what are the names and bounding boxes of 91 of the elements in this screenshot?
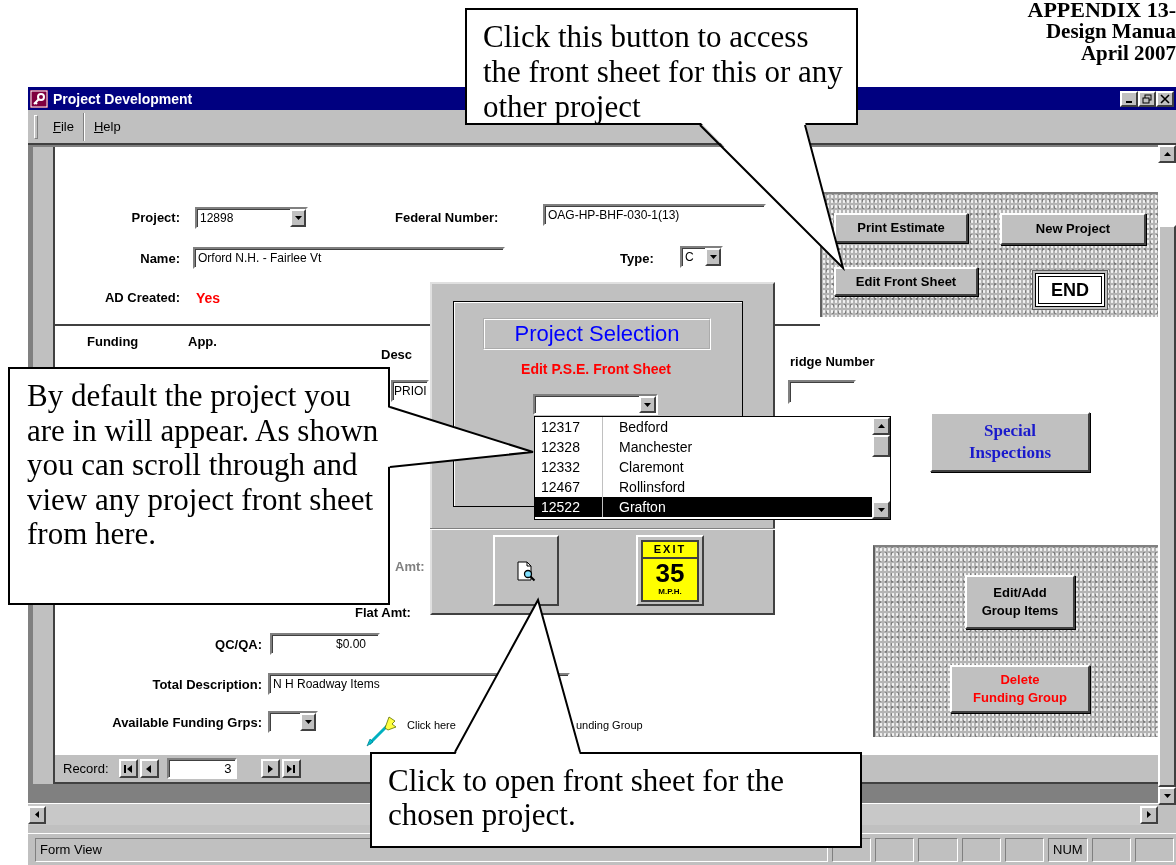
- record-number-field[interactable]: 3: [166, 758, 237, 779]
- first-record-button[interactable]: [118, 759, 138, 778]
- hint-text: unding Group: [576, 719, 643, 731]
- record-label: Record:: [63, 761, 109, 776]
- menu-item[interactable]: Help: [84, 117, 130, 136]
- callout-text: Click to open front sheet for the chosen project.: [388, 764, 785, 832]
- field-label: Total Description:: [151, 677, 262, 692]
- status-panel: [1134, 837, 1175, 862]
- print-button[interactable]: Print Estimate: [834, 213, 968, 243]
- left-arrow-icon: [35, 811, 39, 818]
- dropdown-field[interactable]: [268, 711, 318, 733]
- manual-title: Design Manua: [1045, 20, 1176, 42]
- status-panel: [875, 837, 915, 862]
- field-label: QC/QA:: [214, 637, 262, 652]
- scroll-up-button[interactable]: [872, 417, 890, 435]
- special-inspections-button[interactable]: Special Inspections: [930, 412, 1090, 472]
- scroll-up-button[interactable]: [1158, 145, 1176, 163]
- dropdown-field[interactable]: 12898: [195, 207, 308, 229]
- scroll-down-button[interactable]: [872, 501, 890, 519]
- up-arrow-icon: [1163, 152, 1171, 156]
- text-field[interactable]: $0.00: [270, 633, 380, 655]
- scroll-right-button[interactable]: [1140, 805, 1158, 824]
- field-label: Name:: [139, 251, 180, 266]
- previous-record-icon: [145, 764, 154, 773]
- last-record-button[interactable]: [281, 759, 301, 778]
- up-arrow-icon: [877, 424, 885, 428]
- menu-item[interactable]: File: [44, 117, 83, 136]
- scrollbar-thumb[interactable]: [872, 435, 890, 457]
- restore-button[interactable]: [1138, 90, 1156, 107]
- next-record-button[interactable]: [260, 759, 280, 778]
- minimize-button[interactable]: [1120, 90, 1138, 107]
- restore-icon: [1142, 93, 1152, 104]
- list-row[interactable]: 12332 Claremont: [535, 457, 872, 477]
- down-arrow-icon: [1163, 794, 1171, 798]
- text-field[interactable]: OAG-HP-BHF-030-1(13): [543, 204, 766, 226]
- dropdown-arrow-icon: [294, 216, 302, 220]
- arrow-icon: [365, 715, 397, 747]
- dialog-title: Project Selection: [483, 318, 711, 350]
- list-row[interactable]: 12522 Grafton: [535, 497, 872, 517]
- preview-button[interactable]: [493, 535, 559, 606]
- status-indicator: NUM: [1048, 837, 1088, 862]
- column-header: Desc: [381, 347, 413, 362]
- list-row[interactable]: 12328 Manchester: [535, 437, 872, 457]
- dialog-subtitle: Edit P.S.E. Front Sheet: [520, 361, 672, 377]
- field-label: Flat Amt:: [355, 605, 411, 620]
- callout-text: Click this button to access the front sheet for this or any other project: [483, 19, 844, 124]
- column-header: App.: [188, 334, 217, 349]
- status-panel: [1091, 837, 1131, 862]
- exit-button[interactable]: EXIT 35 M.P.H.: [636, 535, 704, 606]
- column-header: ridge Number: [790, 354, 875, 369]
- end-button[interactable]: END: [1035, 273, 1105, 307]
- column-header: Funding: [87, 334, 139, 349]
- status-panel: [1004, 837, 1044, 862]
- hint-text: Click here: [407, 719, 456, 731]
- list-row[interactable]: 12317 Bedford: [535, 417, 872, 437]
- last-record-icon: [287, 764, 296, 773]
- window-title: Project Development: [53, 90, 193, 107]
- text-field[interactable]: Orford N.H. - Fairlee Vt: [193, 247, 505, 269]
- text-field[interactable]: PRIOI: [391, 380, 429, 402]
- next-record-icon: [266, 764, 275, 773]
- scroll-down-button[interactable]: [1158, 787, 1176, 805]
- close-button[interactable]: [1156, 90, 1174, 107]
- first-record-icon: [124, 764, 133, 773]
- project-dropdown[interactable]: [533, 394, 658, 415]
- minimize-icon: [1126, 101, 1132, 103]
- previous-record-button[interactable]: [139, 759, 159, 778]
- right-arrow-icon: [1147, 811, 1151, 818]
- dropdown-arrow-icon: [304, 720, 312, 724]
- dropdown-field[interactable]: C: [680, 246, 723, 268]
- edit-front-sheet-button[interactable]: Edit Front Sheet: [834, 267, 978, 296]
- dropdown-arrow-icon: [709, 255, 717, 259]
- field-label: Project:: [130, 210, 180, 225]
- callout-text: By default the project you are in will appear. As shown you can scroll through and view any project front sheet from here.: [27, 379, 380, 552]
- group-button[interactable]: Edit/Add Group Items: [965, 575, 1075, 629]
- status-panel: [918, 837, 958, 862]
- appendix-heading: APPENDIX 13-: [1027, 0, 1176, 20]
- manual-date: April 2007: [1080, 42, 1176, 64]
- dropdown-arrow-icon: [644, 402, 651, 407]
- down-arrow-icon: [877, 508, 885, 512]
- field-label: AD Created:: [103, 290, 180, 305]
- key-icon: [30, 89, 48, 108]
- scroll-left-button[interactable]: [28, 805, 46, 824]
- field-label: Federal Number:: [395, 210, 499, 225]
- status-value: Yes: [196, 290, 221, 306]
- field-label: Type:: [620, 251, 654, 266]
- new-project-button[interactable]: New Project: [1000, 213, 1146, 245]
- preview-icon: [515, 559, 537, 582]
- field-label: Amt:: [395, 559, 425, 574]
- status-panel: [961, 837, 1001, 862]
- field-label: Available Funding Grps:: [111, 715, 262, 730]
- close-icon: [1160, 93, 1170, 104]
